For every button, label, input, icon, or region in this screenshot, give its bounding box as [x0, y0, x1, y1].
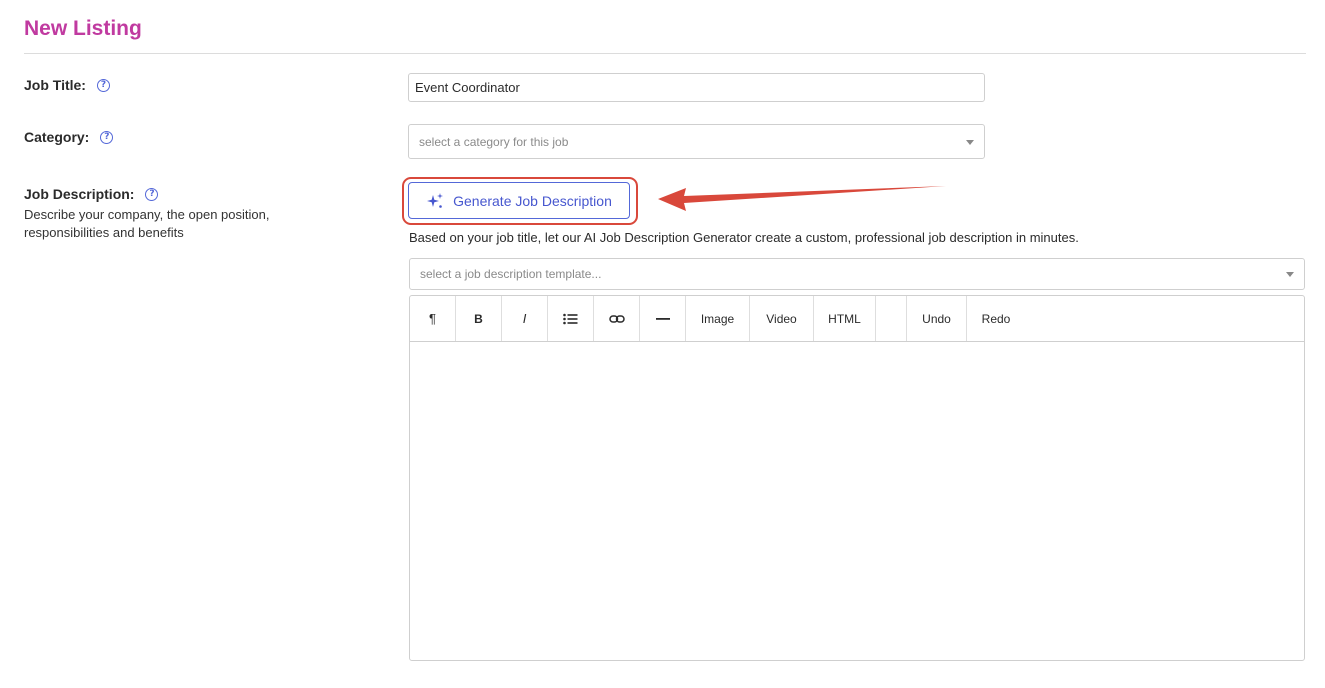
image-button[interactable]: Image	[686, 296, 750, 341]
title-divider	[24, 53, 1306, 54]
job-title-input[interactable]: Event Coordinator	[408, 73, 985, 102]
italic-icon: I	[522, 311, 527, 326]
bold-icon: B	[474, 311, 483, 326]
link-icon	[608, 314, 625, 323]
category-dropdown-caret-icon	[966, 139, 974, 145]
category-label-text: Category:	[24, 129, 90, 145]
paragraph-button[interactable]: ¶	[410, 296, 456, 341]
rich-text-editor: ¶ B I Image Video HTML Undo Redo	[409, 295, 1305, 661]
bold-button[interactable]: B	[456, 296, 502, 341]
job-description-sublabel: Describe your company, the open position…	[24, 207, 270, 240]
toolbar-spacer	[876, 296, 907, 341]
category-label: Category: ?	[24, 129, 114, 145]
template-dropdown-caret-icon	[1286, 272, 1294, 277]
page-title: New Listing	[24, 17, 142, 40]
job-description-template-select[interactable]: select a job description template...	[409, 258, 1305, 290]
editor-content-area[interactable]	[410, 342, 1304, 660]
annotation-arrow-icon	[658, 186, 946, 211]
job-title-label-text: Job Title:	[24, 77, 86, 93]
bullet-list-icon	[563, 313, 578, 324]
template-select-placeholder: select a job description template...	[420, 267, 602, 281]
category-help-icon[interactable]: ?	[100, 130, 114, 144]
bullet-list-button[interactable]	[548, 296, 594, 341]
video-button[interactable]: Video	[750, 296, 814, 341]
category-select[interactable]: select a category for this job	[408, 124, 985, 159]
html-button[interactable]: HTML	[814, 296, 876, 341]
generate-job-description-button[interactable]: Generate Job Description	[408, 182, 630, 219]
horizontal-rule-button[interactable]	[640, 296, 686, 341]
sparkle-icon	[427, 192, 444, 208]
paragraph-icon: ¶	[429, 311, 436, 326]
editor-toolbar: ¶ B I Image Video HTML Undo Redo	[410, 296, 1304, 342]
job-description-label: Job Description: ?	[24, 186, 159, 202]
job-title-help-icon[interactable]: ?	[96, 78, 110, 92]
job-description-help-icon[interactable]: ?	[145, 187, 159, 201]
job-description-label-text: Job Description:	[24, 186, 135, 202]
category-select-placeholder: select a category for this job	[419, 134, 569, 149]
new-listing-page: New Listing Job Title: ? Event Coordinat…	[0, 0, 1325, 688]
undo-button[interactable]: Undo	[907, 296, 967, 341]
italic-button[interactable]: I	[502, 296, 548, 341]
job-title-label: Job Title: ?	[24, 77, 110, 93]
ai-generator-helper-text: Based on your job title, let our AI Job …	[409, 230, 1079, 245]
redo-button[interactable]: Redo	[967, 296, 1025, 341]
generate-button-label: Generate Job Description	[453, 192, 612, 209]
link-button[interactable]	[594, 296, 640, 341]
horizontal-rule-icon	[655, 317, 670, 320]
